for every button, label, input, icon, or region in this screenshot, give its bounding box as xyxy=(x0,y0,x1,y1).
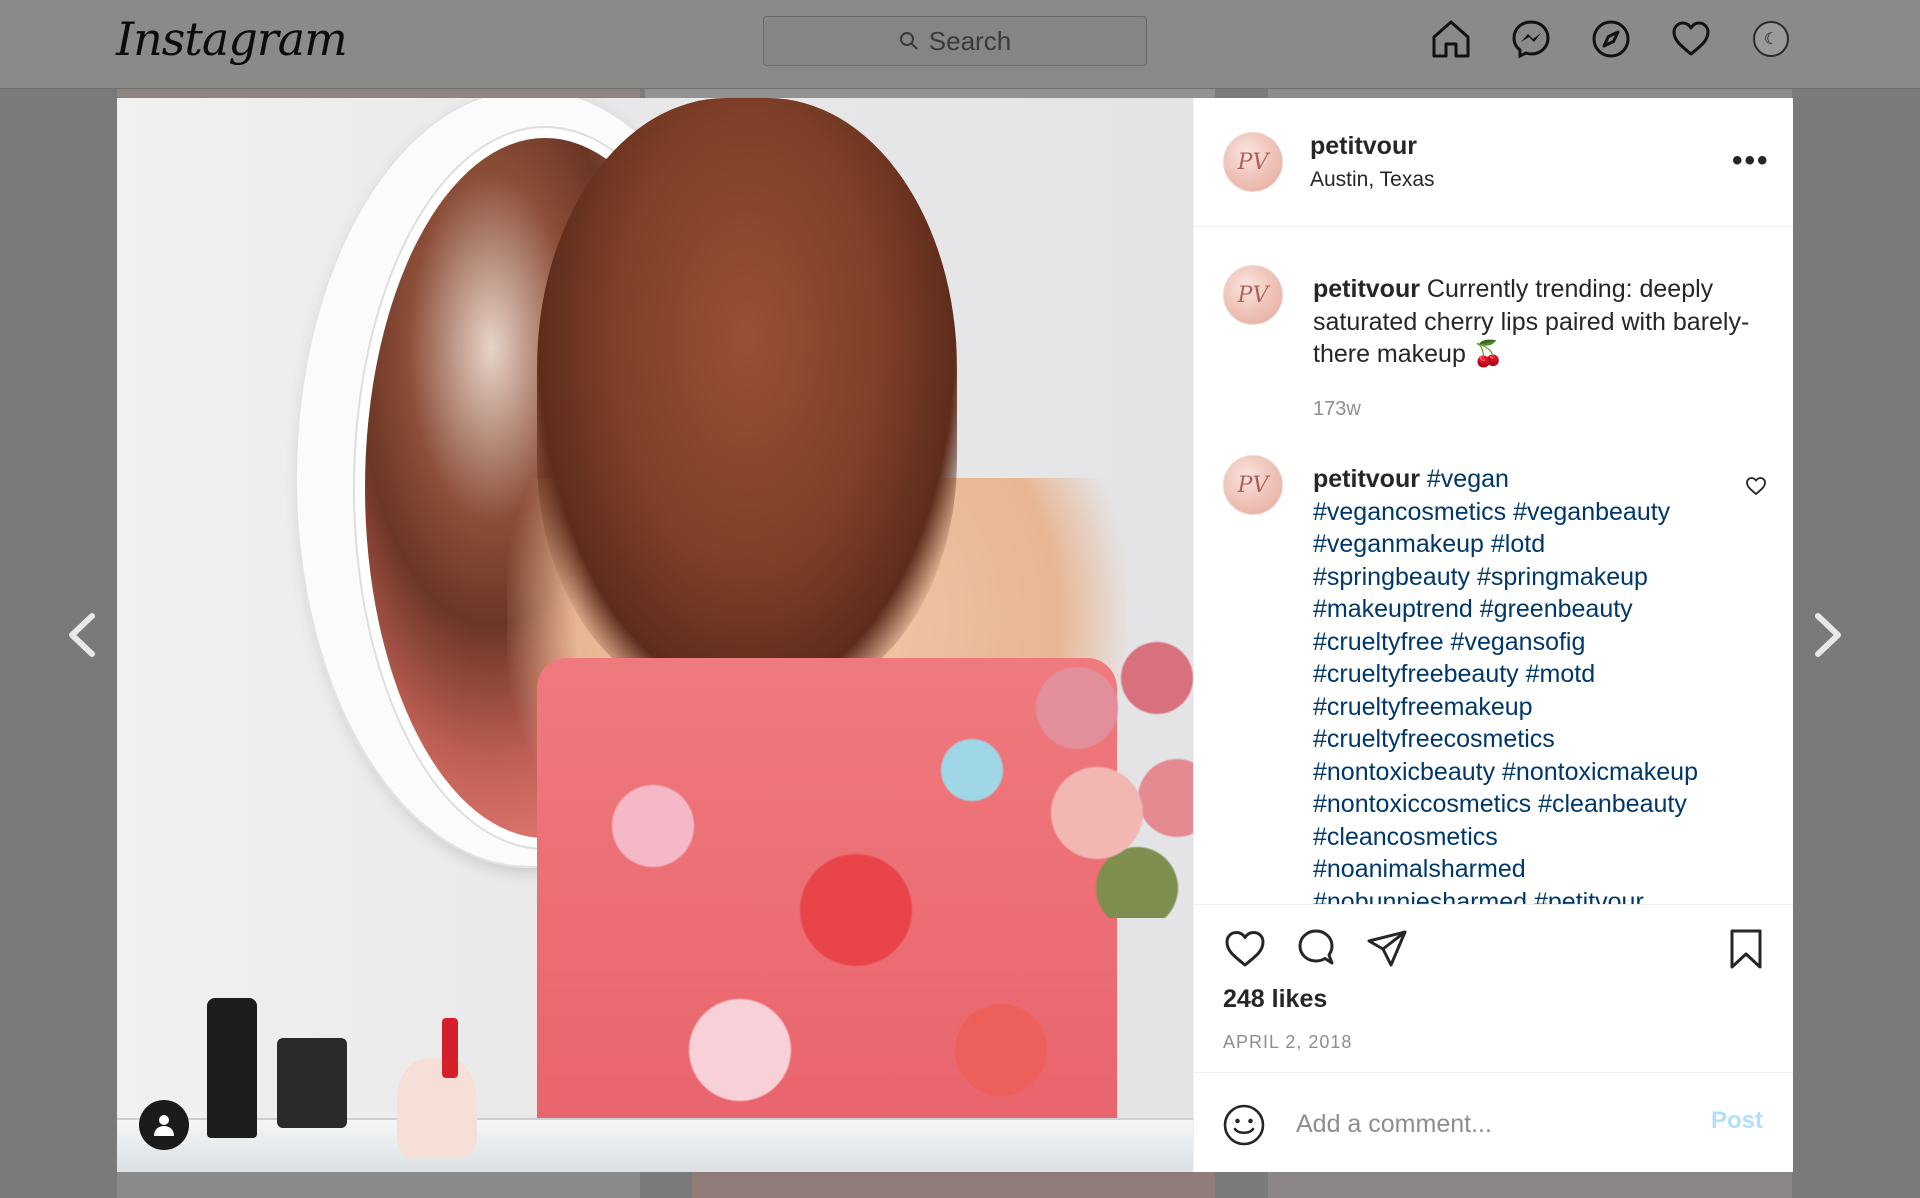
likes-count[interactable]: 248 likes xyxy=(1223,985,1327,1014)
top-nav: Instagram Search ☾ xyxy=(0,0,1920,89)
comment-text: petitvour #vegan #vegancosmetics #veganbe… xyxy=(1313,463,1753,904)
post-details-panel: PV petitvour Austin, Texas ••• PV petitv… xyxy=(1193,98,1793,1172)
caption-avatar[interactable]: PV xyxy=(1223,265,1283,325)
hashtag-link[interactable]: #makeuptrend #greenbeauty xyxy=(1313,595,1633,623)
user-icon xyxy=(154,1115,174,1136)
activity-heart-icon[interactable] xyxy=(1670,18,1712,60)
messenger-icon[interactable] xyxy=(1510,18,1552,60)
feed-thumbnail xyxy=(117,89,640,98)
hashtag-link[interactable]: #nontoxiccosmetics #cleanbeauty xyxy=(1313,790,1687,818)
post-photo[interactable] xyxy=(117,98,1193,1172)
more-options-icon[interactable]: ••• xyxy=(1732,144,1770,178)
photo-spray-bottle xyxy=(207,998,257,1138)
photo-lipstick xyxy=(442,1018,458,1078)
hashtag-link[interactable]: #vegancosmetics #veganbeauty xyxy=(1313,498,1670,526)
feed-thumbnail xyxy=(645,89,1215,98)
add-comment-bar: Post xyxy=(1194,1072,1793,1173)
hashtag-link[interactable]: #crueltyfreecosmetics xyxy=(1313,725,1555,753)
hashtag-link[interactable]: #crueltyfreebeauty #motd xyxy=(1313,660,1595,688)
hashtag-link[interactable]: #springbeauty #springmakeup xyxy=(1313,563,1648,591)
comment-input[interactable] xyxy=(1294,1103,1688,1145)
feed-thumbnail xyxy=(117,1172,640,1198)
photo-cosmetic-jar xyxy=(277,1038,347,1128)
next-post-arrow-icon[interactable] xyxy=(1808,610,1848,660)
emoji-smiley-icon[interactable] xyxy=(1222,1103,1266,1147)
explore-icon[interactable] xyxy=(1590,18,1632,60)
photo-perfume-bottle xyxy=(397,1058,477,1158)
hashtag-link[interactable]: #crueltyfree #vegansofig xyxy=(1313,628,1585,656)
comment-avatar[interactable]: PV xyxy=(1223,455,1283,515)
like-comment-heart-icon[interactable] xyxy=(1745,475,1767,497)
search-box[interactable]: Search xyxy=(763,16,1147,66)
comment-bubble-icon[interactable] xyxy=(1294,927,1338,971)
post-date[interactable]: APRIL 2, 2018 xyxy=(1223,1032,1352,1053)
hashtag-link[interactable]: #nontoxicbeauty #nontoxicmakeup xyxy=(1313,758,1698,786)
search-icon xyxy=(899,32,918,50)
search-placeholder: Search xyxy=(928,25,1012,56)
feed-thumbnail xyxy=(1268,1172,1792,1198)
hashtag-link[interactable]: #crueltyfreemakeup xyxy=(1313,693,1533,721)
caption-time[interactable]: 173w xyxy=(1313,398,1361,421)
feed-thumbnail xyxy=(692,1172,1215,1198)
hashtag-link[interactable]: #veganmakeup #lotd xyxy=(1313,530,1545,558)
author-avatar[interactable]: PV xyxy=(1223,132,1283,192)
photo-roses xyxy=(1017,618,1193,918)
save-bookmark-icon[interactable] xyxy=(1724,927,1768,971)
comment-username[interactable]: petitvour xyxy=(1313,465,1420,493)
author-username[interactable]: petitvour xyxy=(1310,132,1417,161)
like-heart-icon[interactable] xyxy=(1223,927,1267,971)
comments-area[interactable]: PV petitvour Currently trending: deeply … xyxy=(1194,227,1793,904)
feed-thumbnail xyxy=(1268,89,1792,98)
hashtag-link[interactable]: #nobunniesharmed #petitvour xyxy=(1313,888,1644,905)
hashtag-link[interactable]: #cleancosmetics xyxy=(1313,823,1498,851)
moon-icon: ☾ xyxy=(1753,21,1789,57)
hashtag-link[interactable]: #vegan xyxy=(1427,465,1509,493)
post-actions: 248 likes APRIL 2, 2018 xyxy=(1194,904,1793,1073)
previous-post-arrow-icon[interactable] xyxy=(62,610,102,660)
share-send-icon[interactable] xyxy=(1365,927,1409,971)
tagged-users-button[interactable] xyxy=(139,1100,189,1150)
profile-avatar[interactable]: ☾ xyxy=(1750,18,1792,60)
post-comment-button[interactable]: Post xyxy=(1711,1107,1763,1135)
post-location[interactable]: Austin, Texas xyxy=(1310,168,1435,192)
caption-text: petitvour Currently trending: deeply sat… xyxy=(1313,273,1753,371)
hashtag-link[interactable]: #noanimalsharmed xyxy=(1313,855,1526,883)
nav-icons: ☾ xyxy=(1430,18,1792,60)
home-icon[interactable] xyxy=(1430,18,1472,60)
caption-username[interactable]: petitvour xyxy=(1313,275,1420,303)
post-header: PV petitvour Austin, Texas ••• xyxy=(1194,98,1793,227)
instagram-logo[interactable]: Instagram xyxy=(116,12,348,66)
photo-hair xyxy=(537,98,957,698)
